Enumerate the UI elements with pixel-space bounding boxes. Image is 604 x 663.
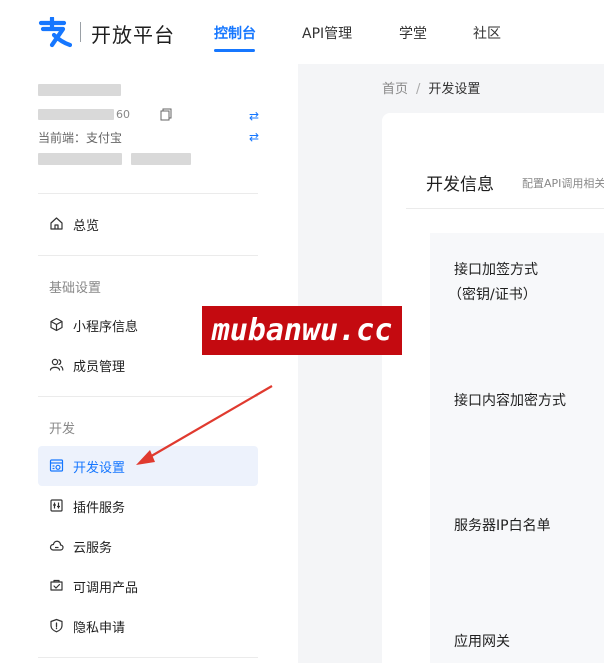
watermark: mubanwu.cc — [202, 306, 402, 355]
